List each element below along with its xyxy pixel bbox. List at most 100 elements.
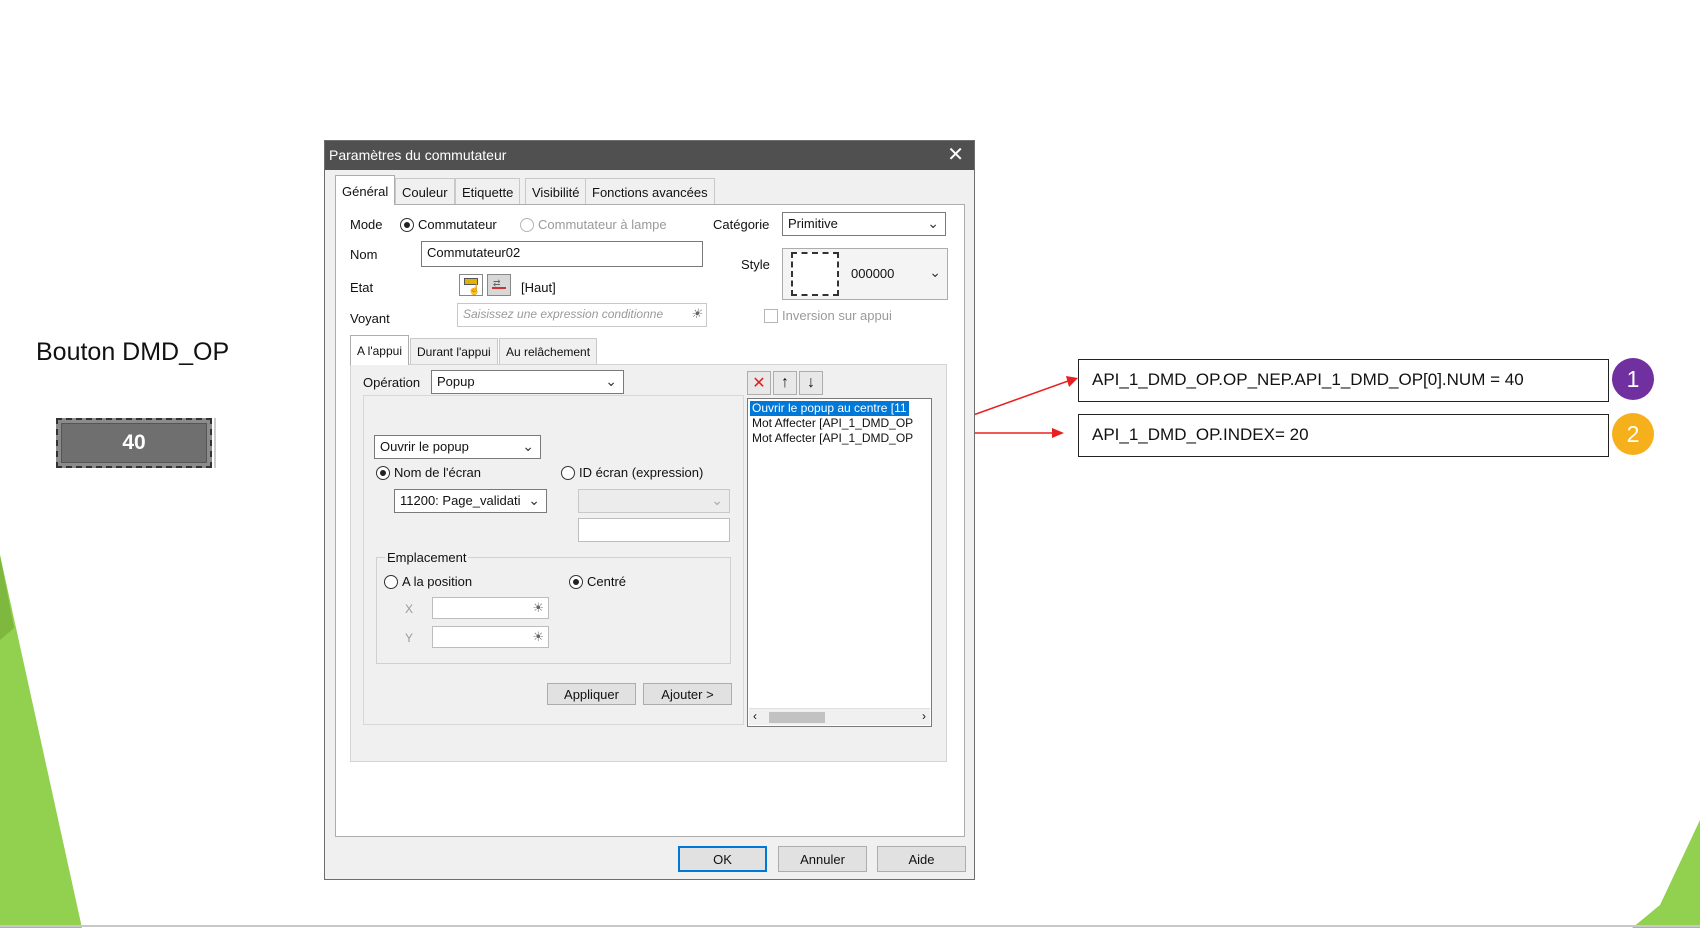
style-label: Style	[741, 257, 770, 272]
etat-label: Etat	[350, 280, 374, 295]
scrollbar-thumb[interactable]	[769, 712, 825, 723]
emplacement-group: Emplacement A la position Centré X ☀ Y ☀	[376, 550, 731, 664]
ok-button[interactable]: OK	[678, 846, 767, 872]
list-item[interactable]: Ouvrir le popup au centre [11	[750, 401, 909, 416]
operation-select[interactable]: Popup ⌄	[431, 370, 624, 394]
appliquer-button[interactable]: Appliquer	[547, 683, 636, 705]
chevron-down-icon: ⌄	[605, 373, 617, 389]
dialog-titlebar: Paramètres du commutateur ✕	[325, 141, 974, 170]
green-triangle-left	[0, 555, 82, 928]
radio-centre[interactable]	[569, 575, 583, 589]
nom-ecran-label: Nom de l'écran	[394, 465, 482, 480]
mode-commutateur-label: Commutateur	[418, 217, 497, 232]
tab-general[interactable]: Général	[335, 175, 396, 205]
y-label: Y	[405, 631, 414, 645]
operation-value: Popup	[437, 374, 475, 389]
arrow-up-icon[interactable]: ↑	[773, 371, 797, 395]
preview-button-value: 40	[61, 423, 207, 463]
annuler-button[interactable]: Annuler	[778, 846, 867, 872]
radio-a-la-position[interactable]	[384, 575, 398, 589]
style-value: 000000	[851, 266, 895, 281]
nom-input[interactable]: Commutateur02	[421, 241, 703, 267]
list-item[interactable]: Mot Affecter [API_1_DMD_OP	[750, 431, 915, 446]
list-item[interactable]: Mot Affecter [API_1_DMD_OP	[750, 416, 915, 431]
chevron-down-icon: ⌄	[927, 215, 939, 231]
tab-etiquette[interactable]: Etiquette	[455, 178, 521, 204]
operation-settings: Ouvrir le popup ⌄ Nom de l'écran ID écra…	[363, 395, 744, 725]
close-icon[interactable]: ✕	[947, 144, 964, 166]
x-input[interactable]: ☀	[432, 597, 549, 619]
general-panel: Mode Commutateur Commutateur à lampe Cat…	[335, 204, 965, 837]
subtab-a-l-appui[interactable]: A l'appui	[350, 335, 409, 365]
categorie-value: Primitive	[788, 216, 838, 231]
tab-fonctions-avancees[interactable]: Fonctions avancées	[585, 178, 715, 204]
mode-lampe-label: Commutateur à lampe	[538, 217, 667, 232]
inversion-checkbox[interactable]	[764, 309, 778, 323]
chevron-down-icon: ⌄	[711, 492, 723, 508]
operation-label: Opération	[363, 375, 421, 390]
id-ecran-label: ID écran (expression)	[579, 465, 704, 480]
annotation-1: API_1_DMD_OP.OP_NEP.API_1_DMD_OP[0].NUM …	[1078, 359, 1609, 402]
radio-nom-ecran[interactable]	[376, 466, 390, 480]
screen-id-expression[interactable]	[578, 518, 730, 542]
popup-action-select[interactable]: Ouvrir le popup ⌄	[374, 435, 541, 459]
mode-radio-commutateur[interactable]	[400, 218, 414, 232]
x-label: X	[405, 602, 414, 616]
style-preview	[791, 252, 839, 296]
green-triangle-right	[1632, 820, 1700, 928]
lightbulb-icon[interactable]: ☀	[532, 629, 544, 645]
categorie-label: Catégorie	[713, 217, 770, 232]
ajouter-button[interactable]: Ajouter >	[643, 683, 732, 705]
a-la-position-label: A la position	[402, 574, 473, 589]
y-input[interactable]: ☀	[432, 626, 549, 648]
slide-label: Bouton DMD_OP	[36, 338, 230, 366]
tab-visibilite[interactable]: Visibilité	[525, 178, 587, 204]
preview-button: 40	[56, 418, 212, 468]
radio-id-ecran[interactable]	[561, 466, 575, 480]
screen-id-select[interactable]: ⌄	[578, 489, 730, 513]
etat-up-button[interactable]: ☝	[459, 274, 483, 296]
chevron-right-icon[interactable]: ›	[922, 709, 926, 723]
aide-button[interactable]: Aide	[877, 846, 966, 872]
switch-settings-dialog: Paramètres du commutateur ✕ Général Coul…	[324, 140, 975, 880]
voyant-placeholder: Saisissez une expression conditionne	[463, 307, 664, 321]
centre-label: Centré	[587, 574, 627, 589]
chevron-down-icon: ⌄	[522, 438, 534, 454]
emplacement-label: Emplacement	[385, 550, 469, 565]
voyant-label: Voyant	[350, 311, 390, 326]
lightbulb-icon[interactable]: ☀	[690, 306, 702, 322]
voyant-input[interactable]: Saisissez une expression conditionne ☀	[457, 303, 707, 327]
screen-select[interactable]: 11200: Page_validati ⌄	[394, 489, 547, 513]
chevron-down-icon: ⌄	[929, 264, 941, 280]
etat-value: [Haut]	[521, 280, 556, 295]
mode-label: Mode	[350, 217, 383, 232]
preview-edge	[214, 418, 216, 468]
annotation-1-badge: 1	[1612, 358, 1654, 400]
delete-icon[interactable]: ✕	[747, 371, 771, 395]
lightbulb-icon[interactable]: ☀	[532, 600, 544, 616]
action-list[interactable]: Ouvrir le popup au centre [11 Mot Affect…	[747, 398, 932, 727]
slide: Bouton DMD_OP 40 Paramètres du commutate…	[0, 0, 1700, 928]
dialog-title: Paramètres du commutateur	[329, 147, 507, 163]
switch-icon: ⇄	[493, 278, 501, 288]
action-panel: Opération Popup ⌄ Ouvrir le popup ⌄ Nom …	[350, 364, 947, 762]
screen-value: 11200: Page_validati	[400, 493, 521, 508]
nom-label: Nom	[350, 247, 378, 262]
style-select[interactable]: 000000 ⌄	[782, 248, 948, 300]
categorie-select[interactable]: Primitive ⌄	[782, 212, 946, 236]
subtab-durant-l-appui[interactable]: Durant l'appui	[410, 338, 498, 364]
horizontal-scrollbar[interactable]: ‹ ›	[749, 708, 930, 725]
subtab-au-relachement[interactable]: Au relâchement	[499, 338, 598, 364]
tab-couleur[interactable]: Couleur	[395, 178, 455, 204]
green-triangle-left-dark	[0, 555, 14, 640]
arrow-1-head	[1066, 376, 1078, 387]
chevron-down-icon: ⌄	[528, 492, 540, 508]
chevron-left-icon[interactable]: ‹	[753, 709, 757, 723]
arrow-2-head	[1052, 428, 1064, 438]
mode-radio-lampe[interactable]	[520, 218, 534, 232]
annotation-2: API_1_DMD_OP.INDEX= 20	[1078, 414, 1609, 457]
etat-down-button[interactable]: ⇄	[487, 274, 511, 296]
annotation-2-badge: 2	[1612, 413, 1654, 455]
arrow-down-icon[interactable]: ↓	[799, 371, 823, 395]
hand-icon: ☝	[468, 285, 481, 296]
